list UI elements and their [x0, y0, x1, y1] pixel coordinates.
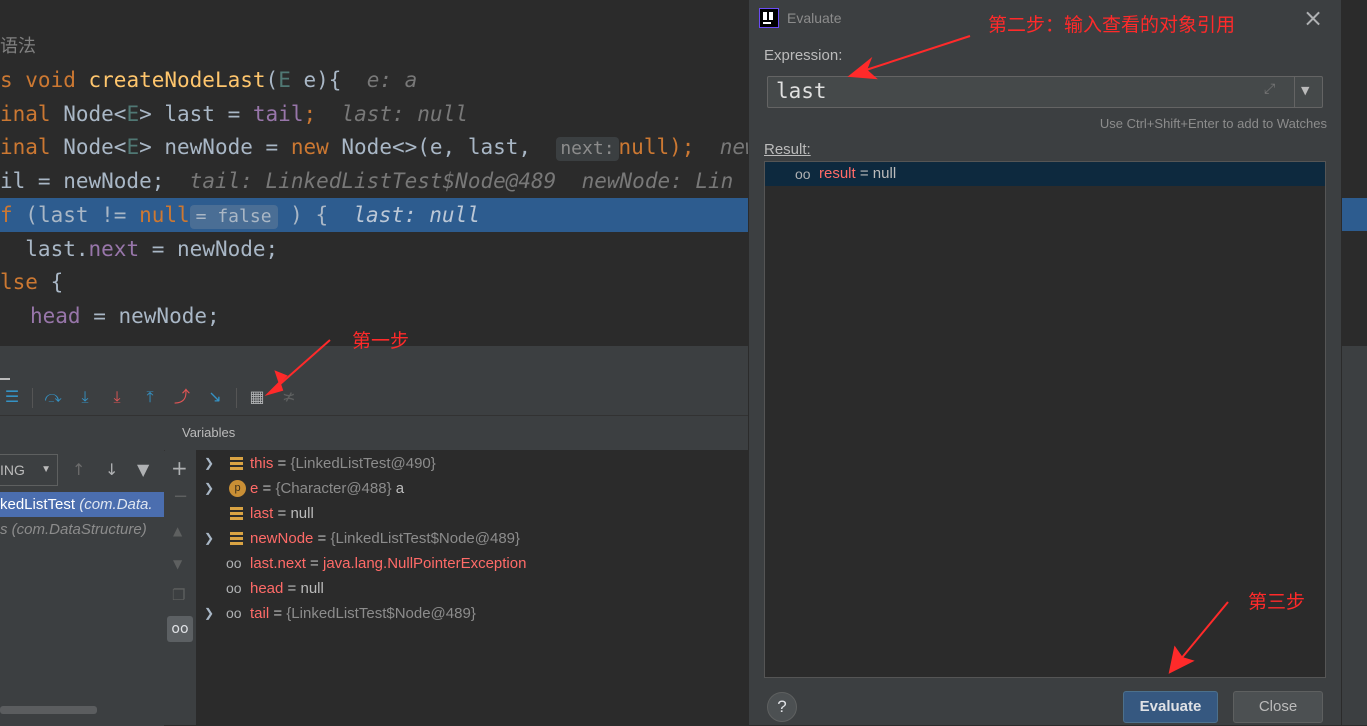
step2-arrow-line: [865, 35, 971, 71]
step1-annotation: 第一步: [352, 330, 410, 352]
step3-annotation: 第三步: [1248, 591, 1306, 613]
step2-annotation: 第二步：输入查看的对象引用: [988, 14, 1236, 36]
step3-arrow-head: [1168, 645, 1195, 674]
step3-arrow-line: [1179, 601, 1229, 661]
step1-arrow-line: [277, 339, 331, 387]
annotation-arrows: [264, 35, 1229, 674]
step1-arrow-head: [264, 370, 288, 397]
